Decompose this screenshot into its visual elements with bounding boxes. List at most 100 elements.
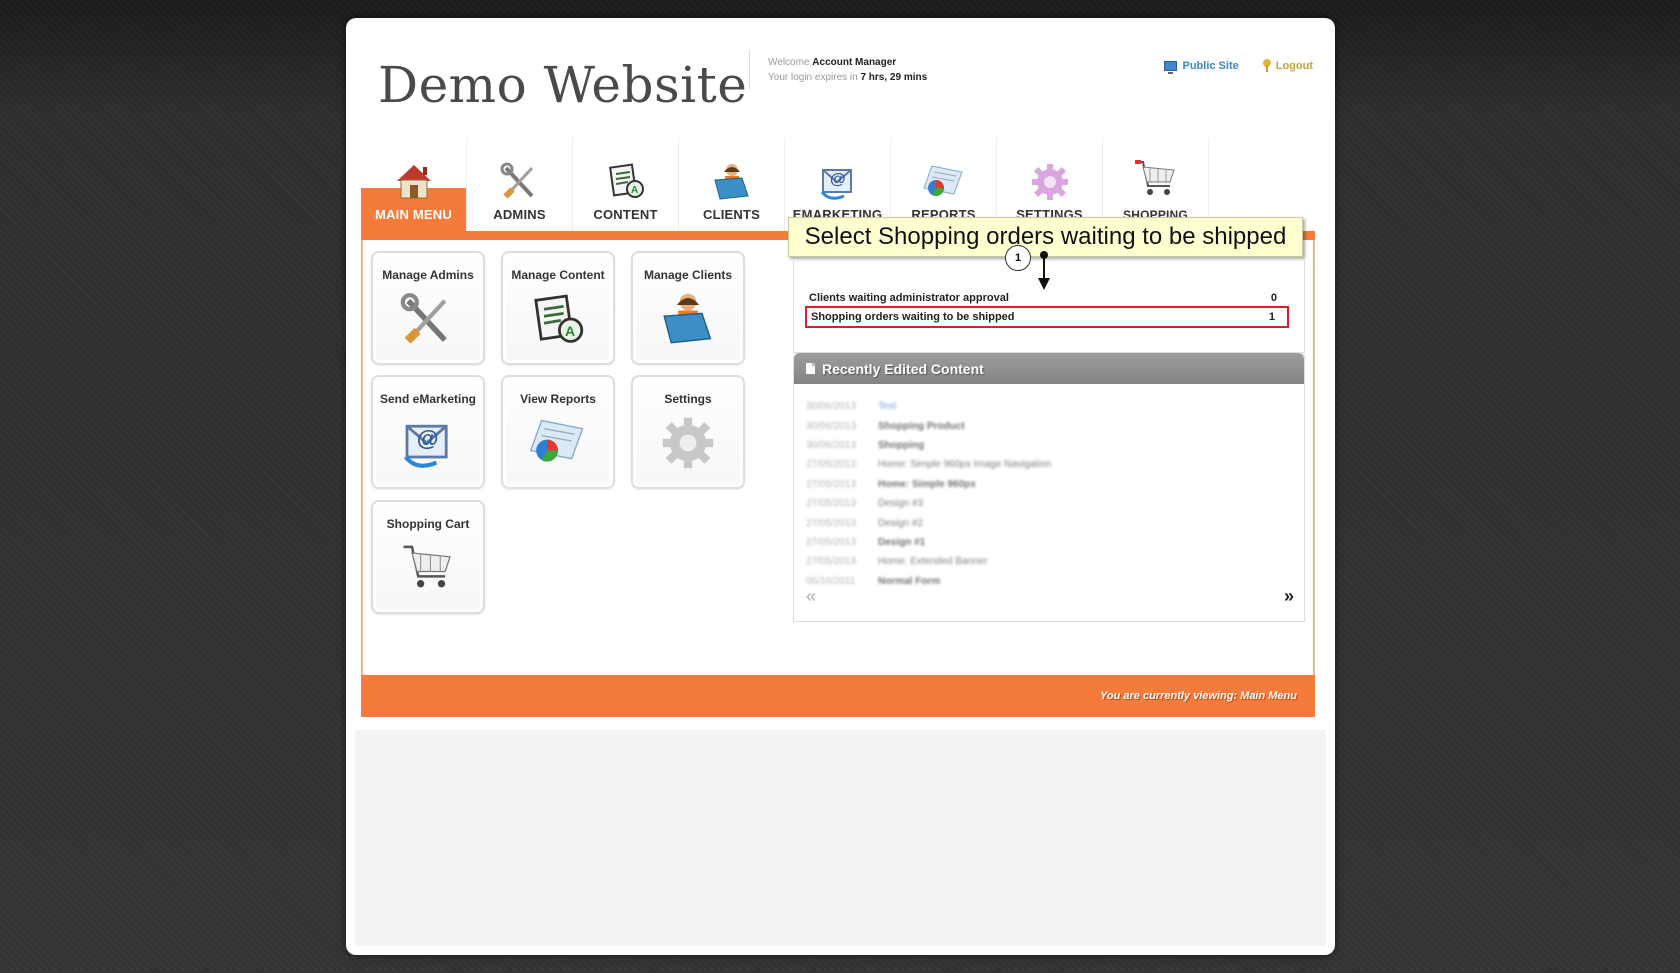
list-item[interactable]: 27/05/2013 Home: Simple 960px Image Navig… — [806, 455, 1051, 474]
item-name: Shopping Product — [878, 420, 965, 432]
item-date: 30/06/2013 — [806, 439, 857, 451]
list-item[interactable]: 27/05/2013 Design #1 — [806, 533, 1051, 552]
nav-label: MAIN MENU — [375, 207, 452, 222]
document-icon: A — [606, 162, 646, 205]
tile-label: Send eMarketing — [379, 392, 477, 406]
report-chart-icon — [922, 162, 966, 205]
item-date: 27/05/2013 — [806, 517, 857, 529]
item-date: 27/05/2013 — [806, 536, 857, 548]
stat-value: 1 — [1268, 311, 1275, 323]
list-item[interactable]: 27/05/2013 Home: Extended Banner — [806, 552, 1051, 571]
stats-panel: Clients waiting administrator approval 0… — [793, 261, 1305, 353]
stat-label: Shopping orders waiting to be shipped — [811, 311, 1015, 323]
nav-main-menu[interactable]: MAIN MENU — [361, 138, 467, 232]
item-name: Home: Simple 960px Image Navigation — [878, 459, 1052, 471]
main-frame: Demo Website Welcome Account Manager You… — [346, 18, 1335, 955]
nav-label: ADMINS — [493, 207, 546, 222]
tile-label: Manage Content — [511, 268, 605, 282]
expires-prefix: Your login expires in — [768, 72, 858, 83]
stat-row-orders-to-ship[interactable]: Shopping orders waiting to be shipped 1 — [805, 306, 1289, 328]
item-name: Test — [878, 401, 897, 413]
site-title: Demo Website — [378, 56, 748, 114]
step-badge: 1 — [1005, 245, 1031, 271]
nav-clients[interactable]: CLIENTS — [679, 138, 785, 232]
expires-value: 7 hrs, 29 mins — [860, 72, 928, 83]
tile-label: View Reports — [520, 392, 596, 406]
key-icon — [1262, 59, 1271, 72]
item-date: 27/05/2013 — [806, 459, 857, 471]
tile-label: Shopping Cart — [386, 517, 470, 531]
nav-label: CONTENT — [593, 207, 658, 222]
monitor-icon — [1164, 60, 1178, 74]
nav-content[interactable]: A CONTENT — [573, 138, 679, 232]
logout-label: Logout — [1275, 59, 1313, 72]
report-chart-icon — [528, 415, 588, 472]
item-name: Normal Form — [878, 575, 941, 587]
pointer-arrow-head — [1038, 278, 1050, 290]
item-date: 27/05/2013 — [806, 498, 857, 510]
stat-label: Clients waiting administrator approval — [809, 292, 1009, 304]
list-item[interactable]: 30/06/2013 Shopping — [806, 436, 1051, 455]
client-folder-icon — [712, 162, 752, 207]
stat-value: 0 — [1270, 292, 1277, 304]
recent-content-header: Recently Edited Content — [794, 353, 1304, 384]
gear-icon — [660, 415, 716, 476]
item-name: Design #2 — [878, 517, 924, 529]
client-folder-icon — [660, 291, 716, 352]
list-item[interactable]: 30/06/2013 Shopping Product — [806, 416, 1051, 435]
shopping-cart-icon — [1134, 158, 1178, 207]
pager-prev-button[interactable]: « — [806, 586, 816, 607]
tile-manage-content[interactable]: Manage Content A — [501, 251, 615, 365]
item-date: 30/06/2013 — [806, 401, 857, 413]
welcome-prefix: Welcome — [768, 57, 810, 68]
item-name: Shopping — [878, 439, 925, 451]
tile-manage-admins[interactable]: Manage Admins — [371, 251, 485, 365]
footer-bar: You are currently viewing: Main Menu — [361, 675, 1315, 717]
tile-settings[interactable]: Settings — [631, 375, 745, 489]
item-name: Design #1 — [878, 536, 926, 548]
item-date: 30/06/2013 — [806, 420, 857, 432]
tile-manage-clients[interactable]: Manage Clients — [631, 251, 745, 365]
item-name: Home: Simple 960px — [878, 478, 976, 490]
shopping-cart-icon — [401, 542, 455, 601]
svg-text:A: A — [565, 323, 575, 339]
document-small-icon — [806, 363, 815, 374]
pager-next-button[interactable]: » — [1284, 586, 1294, 607]
recent-content-title: Recently Edited Content — [822, 360, 984, 377]
tile-shopping-cart[interactable]: Shopping Cart — [371, 500, 485, 614]
recent-content-list: 30/06/2013 Test 30/06/2013 Shopping Produc… — [806, 397, 1051, 591]
public-site-link[interactable]: Public Site — [1164, 59, 1239, 74]
list-item[interactable]: 27/05/2013 Design #3 — [806, 494, 1051, 513]
top-links: Public Site Logout — [1164, 59, 1313, 74]
tools-icon — [400, 291, 456, 352]
tile-label: Settings — [664, 392, 712, 406]
current-view-text: You are currently viewing: Main Menu — [1099, 690, 1297, 702]
tile-send-emarketing[interactable]: Send eMarketing @ — [371, 375, 485, 489]
bottom-panel — [355, 730, 1326, 946]
user-name: Account Manager — [812, 57, 897, 68]
item-name: Home: Extended Banner — [878, 556, 988, 568]
tools-icon — [500, 162, 540, 205]
item-name: Design #3 — [878, 498, 924, 510]
list-item[interactable]: 27/05/2013 Design #2 — [806, 513, 1051, 532]
welcome-block: Welcome Account Manager Your login expir… — [768, 55, 927, 85]
svg-text:@: @ — [830, 171, 846, 188]
item-date: 27/05/2013 — [806, 478, 857, 490]
list-item[interactable]: 30/06/2013 Test — [806, 397, 1051, 416]
svg-text:@: @ — [417, 426, 439, 451]
item-date: 27/05/2013 — [806, 556, 857, 568]
public-site-label: Public Site — [1182, 59, 1239, 72]
nav-label: CLIENTS — [702, 207, 760, 222]
list-item[interactable]: 05/10/2011 Normal Form — [806, 572, 1051, 591]
email-icon: @ — [818, 162, 858, 207]
tile-label: Manage Admins — [382, 268, 474, 282]
tile-label: Manage Clients — [643, 268, 733, 282]
nav-admins[interactable]: ADMINS — [467, 138, 573, 232]
svg-text:A: A — [631, 185, 638, 196]
house-icon — [394, 162, 434, 205]
document-icon: A — [530, 291, 586, 352]
header-divider — [749, 50, 750, 90]
logout-link[interactable]: Logout — [1262, 59, 1313, 72]
tile-view-reports[interactable]: View Reports — [501, 375, 615, 489]
list-item[interactable]: 27/05/2013 Home: Simple 960px — [806, 475, 1051, 494]
